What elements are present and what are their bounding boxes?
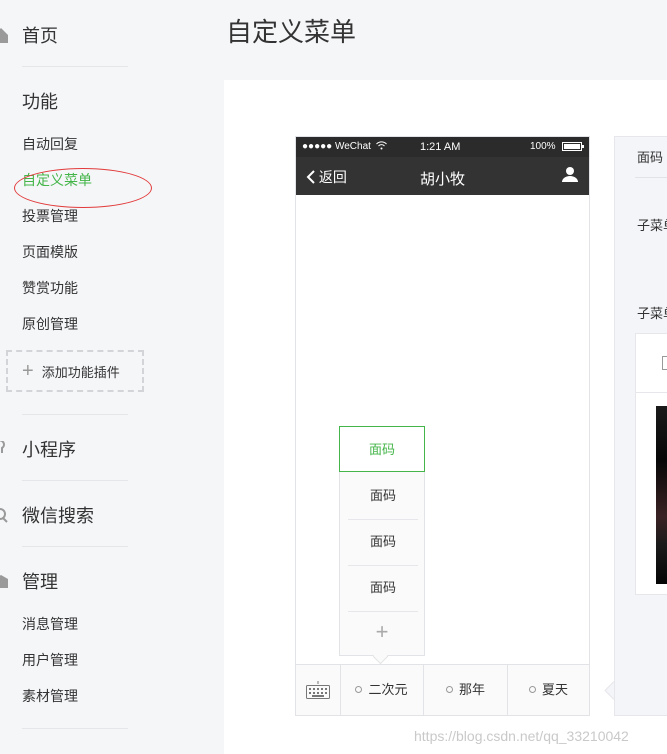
menu-item-label: 那年 <box>458 682 485 697</box>
keyboard-icon <box>306 681 330 699</box>
divider <box>635 177 667 178</box>
dot-icon <box>528 686 536 694</box>
phone-preview: ●●●●● WeChat 1:21 AM 100% 返回 胡小牧 面码 面码 面… <box>295 136 590 716</box>
sidebar: 首页 功能 自动回复 自定义菜单 投票管理 页面模版 赞赏功能 原创管理 + 添… <box>0 0 170 754</box>
dot-icon <box>445 686 453 694</box>
home-icon <box>0 28 8 43</box>
menu-item-label: 二次元 <box>368 682 408 697</box>
sidebar-item-auto-reply[interactable]: 自动回复 <box>22 134 78 154</box>
watermark: https://blog.csdn.net/qq_33210042 <box>414 728 629 744</box>
add-plugin-label: 添加功能插件 <box>41 364 120 380</box>
battery-icon <box>562 142 584 151</box>
sidebar-item-reward[interactable]: 赞赏功能 <box>22 278 78 298</box>
nav-features-label: 功能 <box>22 92 58 112</box>
divider <box>22 546 128 547</box>
annotation-circle <box>14 168 152 208</box>
keyboard-toggle[interactable] <box>296 665 341 715</box>
phone-navbar: 返回 胡小牧 <box>296 157 589 195</box>
add-plugin-button[interactable]: + 添加功能插件 <box>6 350 144 392</box>
divider <box>22 728 128 729</box>
sidebar-item-materials[interactable]: 素材管理 <box>22 686 78 706</box>
nav-mini-program[interactable]: 小程序 <box>0 436 76 462</box>
divider <box>22 66 128 67</box>
submenu-popup: 面码 面码 面码 面码 + <box>339 426 425 656</box>
user-icon[interactable] <box>561 165 579 183</box>
nav-features[interactable]: 功能 <box>0 88 58 114</box>
image-tab-icon[interactable] <box>662 356 667 370</box>
image-preview <box>656 406 667 584</box>
nav-home[interactable]: 首页 <box>0 22 58 48</box>
submenu-content-label: 子菜单 <box>637 306 667 321</box>
nav-wechat-search-label: 微信搜索 <box>22 506 94 526</box>
editor-title: 面码 <box>637 150 664 165</box>
sidebar-item-page-template[interactable]: 页面模版 <box>22 242 78 262</box>
menu-item-xiatian[interactable]: 夏天 <box>508 665 589 715</box>
page-title: 自定义菜单 <box>226 17 357 47</box>
manage-icon <box>0 575 8 588</box>
menu-item-nanian[interactable]: 那年 <box>424 665 508 715</box>
divider <box>22 414 128 415</box>
sidebar-item-users[interactable]: 用户管理 <box>22 650 78 670</box>
submenu-name-label: 子菜单 <box>637 218 667 233</box>
search-icon <box>0 508 8 523</box>
add-submenu-button[interactable]: + <box>340 609 424 655</box>
content-box <box>635 333 667 595</box>
content-box-tabs <box>636 334 667 393</box>
nav-mini-program-label: 小程序 <box>22 440 76 460</box>
submenu-item[interactable]: 面码 <box>339 426 425 472</box>
nav-manage[interactable]: 管理 <box>0 568 58 594</box>
sidebar-item-vote[interactable]: 投票管理 <box>22 206 78 226</box>
submenu-item[interactable]: 面码 <box>348 519 418 566</box>
nav-wechat-search[interactable]: 微信搜索 <box>0 502 94 528</box>
submenu-item[interactable]: 面码 <box>348 565 418 612</box>
sidebar-item-messages[interactable]: 消息管理 <box>22 614 78 634</box>
menu-item-label: 夏天 <box>541 682 568 697</box>
menu-item-ciyuan[interactable]: 二次元 <box>340 665 424 715</box>
time-label: 1:21 AM <box>420 141 461 153</box>
wifi-icon <box>376 141 387 150</box>
dot-icon <box>355 686 363 694</box>
status-bar: ●●●●● WeChat 1:21 AM 100% <box>296 137 589 157</box>
battery-label: 100% <box>530 141 556 152</box>
mini-program-icon <box>0 441 5 453</box>
divider <box>22 480 128 481</box>
phone-menu-bar: 二次元 那年 夏天 <box>296 664 589 715</box>
account-name: 胡小牧 <box>419 171 465 188</box>
menu-editor-panel: 面码 子菜单 子菜单 <box>614 136 667 716</box>
carrier-label: ●●●●● WeChat <box>302 141 371 152</box>
nav-home-label: 首页 <box>22 26 58 46</box>
nav-manage-label: 管理 <box>22 572 58 592</box>
features-icon <box>0 93 8 109</box>
plus-icon: + <box>22 360 34 382</box>
sidebar-item-original[interactable]: 原创管理 <box>22 314 78 334</box>
submenu-item[interactable]: 面码 <box>348 473 418 520</box>
